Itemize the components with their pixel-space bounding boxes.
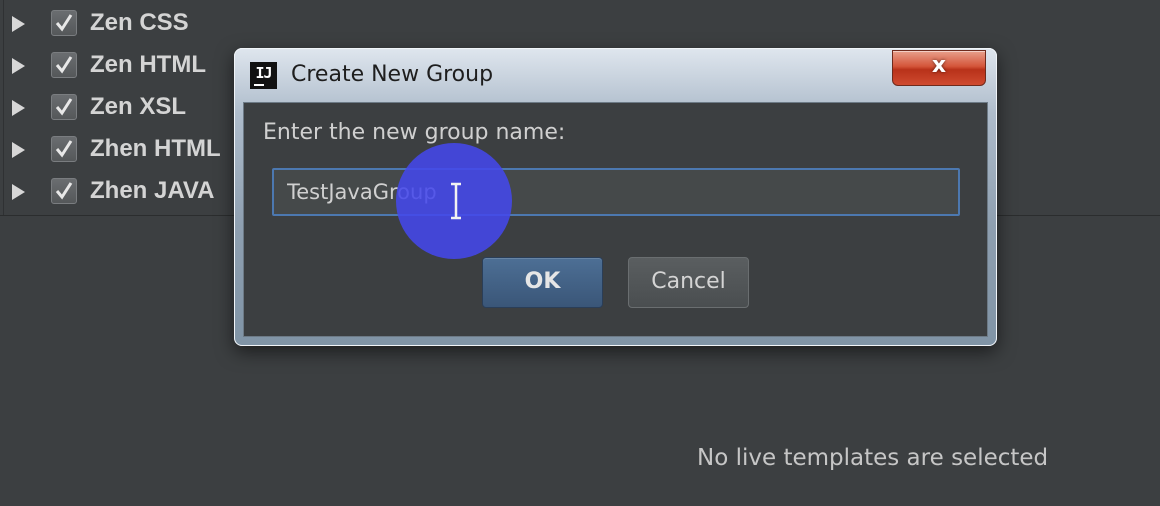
cancel-button[interactable]: Cancel (628, 257, 749, 308)
ok-button[interactable]: OK (482, 257, 603, 308)
empty-selection-message: No live templates are selected (697, 445, 1049, 471)
expand-arrow-icon[interactable] (12, 58, 25, 74)
tree-row-label: Zen HTML (90, 51, 206, 78)
intellij-app-icon: IJ (250, 62, 277, 89)
create-new-group-dialog: IJ Create New Group x Enter the new grou… (234, 48, 997, 346)
group-checkbox[interactable] (51, 52, 77, 78)
group-checkbox[interactable] (51, 10, 77, 36)
checkmark-icon (55, 56, 73, 74)
dialog-titlebar[interactable]: IJ Create New Group x (234, 48, 997, 102)
tree-row-label: Zen XSL (90, 93, 187, 120)
expand-arrow-icon[interactable] (12, 184, 25, 200)
live-templates-settings: Zen CSS Zen HTML Zen XSL Zhen HTML Zhen … (0, 0, 1160, 506)
close-icon: x (931, 53, 947, 78)
group-name-input[interactable] (272, 168, 960, 216)
checkmark-icon (55, 140, 73, 158)
checkmark-icon (55, 98, 73, 116)
tree-row-zen-css[interactable]: Zen CSS (0, 4, 300, 46)
group-name-prompt: Enter the new group name: (263, 120, 566, 145)
tree-row-label: Zen CSS (90, 9, 189, 36)
checkmark-icon (55, 14, 73, 32)
tree-row-label: Zhen JAVA (90, 177, 215, 204)
expand-arrow-icon[interactable] (12, 16, 25, 32)
close-button[interactable]: x (892, 50, 986, 86)
tree-row-label: Zhen HTML (90, 135, 221, 162)
expand-arrow-icon[interactable] (12, 100, 25, 116)
checkmark-icon (55, 182, 73, 200)
group-checkbox[interactable] (51, 94, 77, 120)
expand-arrow-icon[interactable] (12, 142, 25, 158)
dialog-title: Create New Group (291, 62, 494, 87)
group-checkbox[interactable] (51, 178, 77, 204)
group-checkbox[interactable] (51, 136, 77, 162)
